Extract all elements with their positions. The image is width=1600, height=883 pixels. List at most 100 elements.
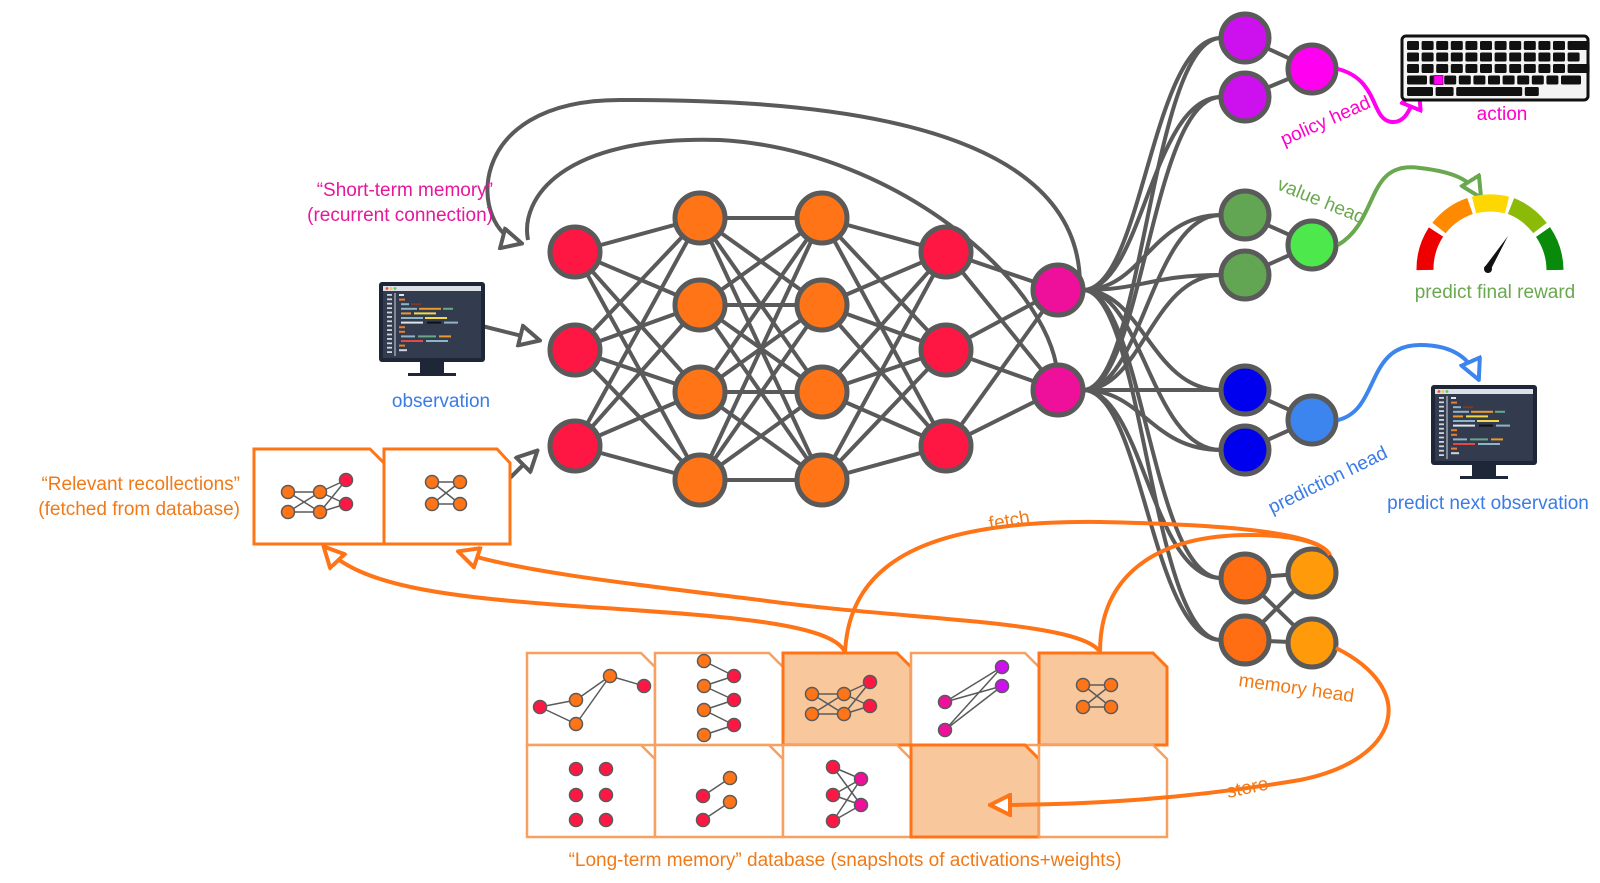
line-number bbox=[387, 338, 392, 340]
code-line bbox=[401, 317, 423, 319]
thumb-node bbox=[825, 787, 841, 803]
keyboard-key bbox=[1494, 64, 1507, 73]
code-line bbox=[1453, 438, 1467, 441]
database-cell bbox=[1037, 651, 1169, 747]
thumb-node bbox=[696, 653, 712, 669]
thumb-node bbox=[696, 727, 712, 743]
line-number bbox=[387, 351, 392, 353]
database-cell bbox=[909, 743, 1041, 839]
code-line bbox=[1453, 406, 1461, 409]
thumb-node bbox=[598, 761, 614, 777]
thumb-node bbox=[696, 702, 712, 718]
reward-gauge-icon bbox=[1416, 194, 1564, 273]
code-line bbox=[1453, 415, 1463, 418]
database-cell bbox=[525, 651, 657, 747]
thumb-node bbox=[424, 496, 440, 512]
keyboard-key bbox=[1567, 52, 1580, 62]
thumb-node bbox=[452, 474, 468, 490]
code-line bbox=[1451, 433, 1457, 436]
keyboard-key bbox=[1523, 64, 1536, 73]
line-number bbox=[1439, 410, 1444, 412]
keyboard-key bbox=[1561, 75, 1581, 85]
network-node bbox=[672, 452, 728, 508]
keyboard-key bbox=[1567, 64, 1590, 73]
code-line bbox=[1451, 452, 1459, 455]
fetch-label: fetch bbox=[987, 507, 1031, 535]
code-line bbox=[1453, 420, 1475, 422]
keyboard-key bbox=[1509, 41, 1522, 50]
code-line bbox=[401, 312, 411, 315]
line-number bbox=[1439, 427, 1444, 430]
thumb-node bbox=[804, 706, 820, 722]
code-line bbox=[401, 335, 415, 338]
code-line bbox=[1453, 424, 1475, 427]
keyboard-key bbox=[1407, 87, 1433, 96]
window-dot bbox=[1445, 390, 1449, 393]
policy-head-label: policy head bbox=[1277, 92, 1373, 150]
line-number bbox=[387, 302, 392, 305]
keyboard-key bbox=[1436, 64, 1449, 73]
keyboard-key bbox=[1465, 41, 1478, 50]
thumb-node bbox=[937, 694, 953, 710]
network-node bbox=[1030, 262, 1086, 318]
line-number bbox=[1439, 414, 1444, 417]
thumb-node bbox=[338, 472, 354, 488]
network-node bbox=[1030, 362, 1086, 418]
thumb-node bbox=[722, 770, 738, 786]
thumb-node bbox=[804, 686, 820, 702]
fetched-from-database-label: (fetched from database) bbox=[38, 499, 240, 520]
database-cell bbox=[1037, 743, 1169, 839]
line-number bbox=[1439, 436, 1444, 439]
policy-node bbox=[1218, 11, 1272, 65]
predict-next-observation-label: predict next observation bbox=[1387, 493, 1589, 514]
code-line bbox=[399, 344, 405, 347]
code-line bbox=[401, 340, 423, 342]
recollection-card bbox=[382, 447, 512, 546]
thumb-node bbox=[568, 761, 584, 777]
thumb-node bbox=[424, 474, 440, 490]
thumb-node bbox=[862, 698, 878, 714]
thumb-node bbox=[695, 812, 711, 828]
thumb-node bbox=[825, 813, 841, 829]
memory-node bbox=[1218, 613, 1272, 667]
code-line bbox=[414, 312, 436, 315]
thumb-node bbox=[280, 504, 296, 520]
keyboard-key bbox=[1450, 52, 1463, 62]
keyboard-key bbox=[1480, 64, 1492, 73]
code-line bbox=[401, 321, 423, 324]
thumb-node bbox=[853, 797, 869, 813]
monitor-base bbox=[1460, 476, 1508, 479]
code-line bbox=[426, 340, 448, 342]
code-line bbox=[419, 307, 441, 310]
thumb-node bbox=[312, 484, 328, 500]
keyboard-key bbox=[1421, 41, 1434, 50]
keyboard-key bbox=[1502, 75, 1515, 85]
thumb-node bbox=[695, 788, 711, 804]
database-cell bbox=[909, 651, 1041, 747]
code-line bbox=[401, 303, 409, 306]
thumb-node bbox=[602, 668, 618, 684]
long-term-memory-label: “Long-term memory” database (snapshots o… bbox=[569, 850, 1122, 871]
line-number bbox=[387, 324, 392, 327]
recollection-snapshots bbox=[252, 447, 512, 546]
network-node bbox=[672, 190, 728, 246]
value-node bbox=[1218, 248, 1272, 302]
line-number bbox=[387, 311, 392, 314]
thumb-node bbox=[994, 659, 1010, 675]
thumb-node bbox=[726, 692, 742, 708]
head-connection bbox=[1082, 288, 1222, 580]
code-line bbox=[1466, 415, 1488, 418]
network-node bbox=[547, 224, 603, 280]
code-line bbox=[1495, 410, 1505, 413]
code-line bbox=[444, 321, 458, 324]
keyboard-key bbox=[1450, 64, 1463, 73]
thumb-node bbox=[937, 722, 953, 738]
window-titlebar bbox=[383, 286, 481, 291]
head-edges bbox=[1082, 36, 1222, 642]
keyboard-key bbox=[1450, 41, 1463, 50]
thumb-node bbox=[862, 674, 878, 690]
keyboard-key bbox=[1524, 87, 1539, 96]
code-line bbox=[399, 349, 407, 352]
thumb-node bbox=[338, 496, 354, 512]
line-number bbox=[387, 333, 392, 336]
